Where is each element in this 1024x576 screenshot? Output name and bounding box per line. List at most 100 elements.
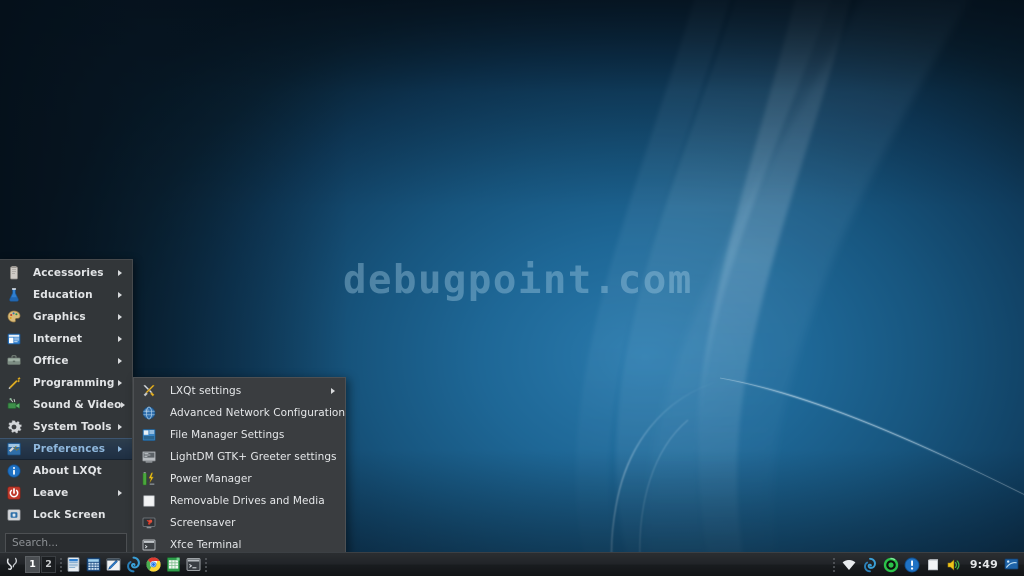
system-tray (838, 553, 965, 576)
tray-updates[interactable] (883, 557, 899, 573)
preferences-submenu[interactable]: LXQt settings Advanced Network Configura… (133, 377, 346, 556)
panel-right-section: 9:49 (830, 553, 1024, 576)
tray-network-wifi[interactable] (841, 557, 857, 573)
screensaver-icon (141, 515, 157, 531)
chevron-right-icon (118, 358, 126, 364)
submenu-item-advanced-network-configuration[interactable]: Advanced Network Configuration (134, 402, 345, 424)
menu-item-accessories[interactable]: Accessories (0, 262, 132, 284)
menu-item-label: System Tools (33, 421, 112, 433)
submenu-item-label: LXQt settings (170, 385, 242, 397)
submenu-item-label: LightDM GTK+ Greeter settings (170, 451, 337, 463)
submenu-item-screensaver[interactable]: Screensaver (134, 512, 345, 534)
launcher-text-editor[interactable] (105, 556, 122, 573)
launcher-terminal[interactable] (185, 556, 202, 573)
submenu-item-label: File Manager Settings (170, 429, 285, 441)
menu-item-label: Lock Screen (33, 509, 106, 521)
menu-item-label: Programming (33, 377, 115, 389)
leave-power-icon (6, 485, 22, 501)
menu-item-about-lxqt[interactable]: About LXQt (0, 460, 132, 482)
internet-browser-icon (6, 331, 22, 347)
taskbar-panel[interactable]: 1 2 9:49 (0, 552, 1024, 576)
chevron-right-icon (118, 424, 126, 430)
system-tools-gear-icon (6, 419, 22, 435)
launcher-drag-handle[interactable] (203, 556, 209, 574)
menu-item-programming[interactable]: Programming (0, 372, 132, 394)
launcher-gimp[interactable] (125, 556, 142, 573)
search-input[interactable] (5, 533, 127, 553)
lightdm-greeter-icon (141, 449, 157, 465)
submenu-item-power-manager[interactable]: Power Manager (134, 468, 345, 490)
desktop-switcher[interactable]: 1 2 (25, 553, 57, 576)
menu-item-label: Graphics (33, 311, 86, 323)
menu-item-label: Internet (33, 333, 83, 345)
launcher-chrome[interactable] (145, 556, 162, 573)
calculator-icon (86, 557, 101, 572)
gimp-tray-icon (863, 557, 876, 572)
lxqt-settings-icon (141, 383, 157, 399)
submenu-item-removable-drives-and-media[interactable]: Removable Drives and Media (134, 490, 345, 512)
menu-item-label: Education (33, 289, 93, 301)
xfce-terminal-icon (141, 537, 157, 553)
panel-drag-handle[interactable] (58, 556, 64, 574)
preferences-tools-icon (6, 441, 22, 457)
lock-screen-icon (6, 507, 22, 523)
menu-item-label: About LXQt (33, 465, 102, 477)
tray-info-alert[interactable] (904, 557, 920, 573)
menu-item-education[interactable]: Education (0, 284, 132, 306)
chevron-right-icon (118, 490, 126, 496)
about-info-icon (6, 463, 22, 479)
menu-item-leave[interactable]: Leave (0, 482, 132, 504)
submenu-item-lightdm-gtk-greeter-settings[interactable]: LightDM GTK+ Greeter settings (134, 446, 345, 468)
menu-item-label: Sound & Video (33, 399, 122, 411)
launcher-spreadsheet[interactable] (165, 556, 182, 573)
text-editor-icon (106, 558, 121, 571)
panel-left-section: 1 2 (0, 553, 210, 576)
menu-item-label: Office (33, 355, 69, 367)
desktop-button-1[interactable]: 1 (25, 556, 40, 573)
quick-launch-bar (65, 553, 202, 576)
show-desktop-icon (1004, 558, 1019, 570)
gimp-icon (127, 556, 140, 573)
tray-clipboard[interactable] (925, 557, 941, 573)
menu-item-sound-video[interactable]: Sound & Video (0, 394, 132, 416)
education-flask-icon (6, 287, 22, 303)
network-config-icon (141, 405, 157, 421)
menu-item-graphics[interactable]: Graphics (0, 306, 132, 328)
show-desktop-button[interactable] (1003, 556, 1020, 573)
menu-item-internet[interactable]: Internet (0, 328, 132, 350)
updates-icon (883, 557, 899, 572)
chevron-right-icon (118, 336, 126, 342)
office-briefcase-icon (6, 353, 22, 369)
accessories-icon (6, 265, 22, 281)
menu-item-system-tools[interactable]: System Tools (0, 416, 132, 438)
chrome-icon (146, 557, 161, 572)
tray-volume[interactable] (946, 557, 962, 573)
tray-drag-handle-left[interactable] (831, 556, 837, 574)
menu-item-office[interactable]: Office (0, 350, 132, 372)
menu-item-label: Leave (33, 487, 69, 499)
clock-widget[interactable]: 9:49 (965, 558, 1003, 571)
submenu-item-file-manager-settings[interactable]: File Manager Settings (134, 424, 345, 446)
submenu-item-label: Screensaver (170, 517, 236, 529)
volume-icon (947, 559, 960, 570)
desktop-button-2[interactable]: 2 (41, 556, 56, 573)
menu-item-lock-screen[interactable]: Lock Screen (0, 504, 132, 526)
chevron-right-icon (118, 446, 126, 452)
file-manager-icon (67, 557, 80, 572)
main-menu-button[interactable] (0, 553, 24, 576)
spreadsheet-icon (167, 557, 180, 572)
tray-gimp[interactable] (862, 557, 878, 573)
launcher-calculator[interactable] (85, 556, 102, 573)
removable-drives-icon (141, 493, 157, 509)
lxqt-logo-icon (6, 557, 17, 570)
programming-hammer-icon (6, 375, 22, 391)
launcher-file-manager[interactable] (65, 556, 82, 573)
application-menu[interactable]: Accessories Education Graphics Internet … (0, 259, 133, 559)
clipboard-icon (927, 558, 939, 570)
wallpaper-watermark: debugpoint.com (343, 258, 693, 303)
chevron-right-icon (121, 402, 129, 408)
sound-video-icon (6, 397, 22, 413)
chevron-right-icon (118, 270, 126, 276)
menu-item-preferences[interactable]: Preferences (0, 438, 132, 460)
submenu-item-lxqt-settings[interactable]: LXQt settings (134, 380, 345, 402)
